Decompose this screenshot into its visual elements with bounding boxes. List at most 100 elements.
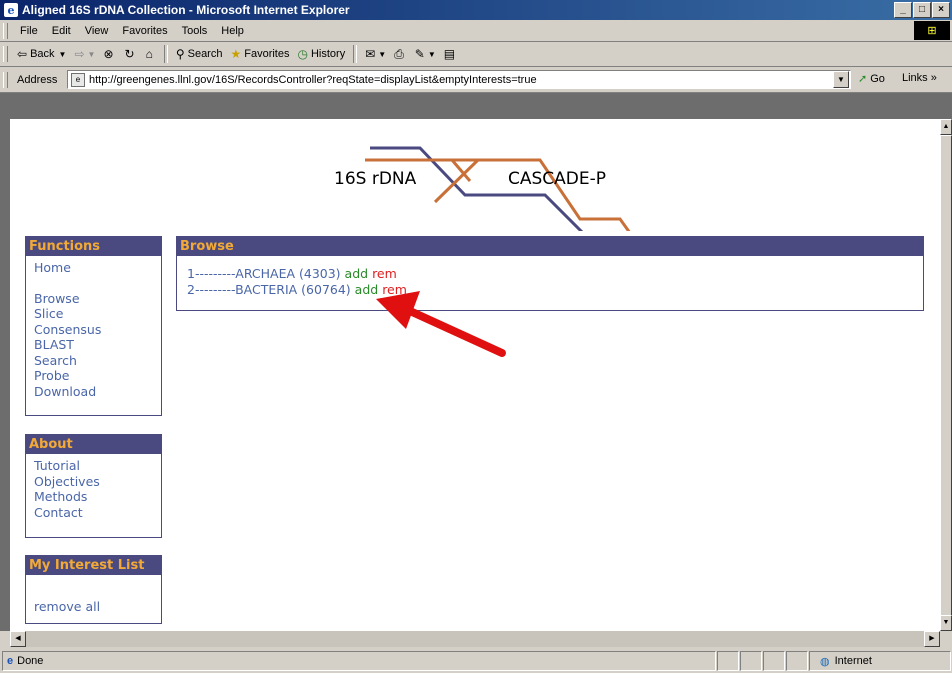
nav-tutorial[interactable]: Tutorial: [34, 458, 153, 474]
mail-button[interactable]: ✉ ▼: [361, 47, 390, 61]
links-button[interactable]: Links »: [902, 72, 937, 84]
frame-left: [0, 119, 10, 631]
archaea-add-link[interactable]: add: [345, 266, 369, 281]
refresh-icon: ↻: [124, 47, 135, 61]
menu-file[interactable]: File: [13, 25, 45, 37]
nav-search[interactable]: Search: [34, 353, 153, 369]
favorites-button[interactable]: ★ Favorites: [226, 47, 293, 61]
history-button[interactable]: ◷ History: [293, 47, 349, 61]
back-dropdown-icon[interactable]: ▼: [59, 50, 67, 59]
search-icon: ⚲: [175, 47, 185, 61]
nav-slice[interactable]: Slice: [34, 306, 153, 322]
back-button[interactable]: ⇦ Back ▼: [13, 47, 70, 61]
nav-consensus[interactable]: Consensus: [34, 322, 153, 338]
forward-dropdown-icon[interactable]: ▼: [88, 50, 96, 59]
window-title: Aligned 16S rDNA Collection - Microsoft …: [22, 3, 350, 17]
status-main: e Done: [2, 651, 716, 671]
address-url[interactable]: http://greengenes.llnl.gov/16S/RecordsCo…: [89, 74, 537, 86]
bacteria-link[interactable]: 2---------BACTERIA (60764): [187, 282, 351, 297]
scroll-left-icon[interactable]: ◀: [10, 631, 26, 647]
address-label: Address: [17, 73, 58, 86]
globe-icon: ◍: [820, 655, 830, 668]
status-progress: [717, 651, 739, 671]
address-grip[interactable]: [3, 71, 8, 88]
scroll-down-icon[interactable]: ▼: [940, 615, 952, 631]
bacteria-add-link[interactable]: add: [355, 282, 379, 297]
back-arrow-icon: ⇦: [17, 47, 28, 61]
horizontal-scrollbar[interactable]: ◀ ▶: [10, 631, 940, 647]
go-button[interactable]: ➚ Go: [858, 72, 885, 86]
toolbar-separator: [163, 45, 168, 63]
print-icon: ⎙: [394, 46, 404, 61]
stop-button[interactable]: ⊗: [99, 47, 120, 61]
browse-row: 2---------BACTERIA (60764) add rem: [187, 282, 913, 298]
menu-grip[interactable]: [3, 22, 8, 39]
scroll-up-icon[interactable]: ▲: [940, 119, 952, 135]
back-label: Back: [30, 48, 55, 60]
discuss-button[interactable]: ▤: [440, 47, 462, 61]
toolbar-separator: [353, 45, 358, 63]
nav-download[interactable]: Download: [34, 384, 153, 400]
menu-bar: File Edit View Favorites Tools Help ⊞: [0, 20, 952, 42]
home-button[interactable]: ⌂: [142, 47, 160, 61]
vertical-scrollbar[interactable]: ▲ ▼: [940, 119, 952, 631]
page-icon: e: [71, 72, 85, 87]
minimize-button[interactable]: _: [894, 2, 912, 18]
refresh-button[interactable]: ↻: [121, 47, 142, 61]
address-dropdown-icon[interactable]: ▼: [833, 71, 849, 88]
address-input[interactable]: e http://greengenes.llnl.gov/16S/Records…: [67, 70, 851, 89]
menu-edit[interactable]: Edit: [45, 25, 78, 37]
logo-16s-text: 16S rDNA: [334, 169, 417, 189]
window-title-bar: e Aligned 16S rDNA Collection - Microsof…: [0, 0, 952, 20]
forward-button[interactable]: ⇨ ▼: [70, 47, 99, 61]
status-text: Done: [17, 655, 44, 667]
interest-list-panel: My Interest List remove all: [25, 555, 162, 624]
go-label: Go: [870, 72, 885, 85]
nav-browse[interactable]: Browse: [34, 291, 153, 307]
status-slot: [786, 651, 808, 671]
site-logo: 16S rDNA CASCADE-P: [300, 141, 660, 242]
windows-logo-icon: ⊞: [914, 21, 950, 40]
nav-blast[interactable]: BLAST: [34, 337, 153, 353]
standard-toolbar: ⇦ Back ▼ ⇨ ▼ ⊗ ↻ ⌂ ⚲ Search ★ Favorites …: [0, 42, 952, 67]
nav-probe[interactable]: Probe: [34, 368, 153, 384]
forward-arrow-icon: ⇨: [74, 47, 85, 61]
links-label: Links: [902, 72, 928, 84]
edit-button[interactable]: ✎ ▼: [411, 47, 440, 61]
remove-all-link[interactable]: remove all: [34, 599, 153, 615]
favorites-label: Favorites: [244, 48, 290, 60]
red-arrow-annotation: [376, 291, 506, 357]
menu-favorites[interactable]: Favorites: [115, 25, 174, 37]
edit-dropdown-icon[interactable]: ▼: [428, 50, 436, 59]
search-label: Search: [187, 48, 223, 60]
mail-dropdown-icon[interactable]: ▼: [378, 50, 386, 59]
discuss-icon: ▤: [443, 47, 456, 61]
frame-top: [0, 93, 952, 119]
maximize-button[interactable]: □: [913, 2, 931, 18]
browse-panel: Browse 1---------ARCHAEA (4303) add rem …: [176, 236, 924, 311]
functions-panel: Functions Home Browse Slice Consensus BL…: [25, 236, 162, 416]
logo-cascade-text: CASCADE-P: [508, 169, 607, 189]
address-bar: Address e http://greengenes.llnl.gov/16S…: [0, 67, 952, 93]
go-arrow-icon: ➚: [858, 73, 868, 85]
scroll-right-icon[interactable]: ▶: [924, 631, 940, 647]
archaea-rem-link[interactable]: rem: [372, 266, 397, 281]
print-button[interactable]: ⎙: [390, 47, 411, 62]
ie-page-icon: e: [7, 655, 14, 667]
nav-methods[interactable]: Methods: [34, 489, 153, 505]
close-button[interactable]: ×: [932, 2, 950, 18]
zone-text: Internet: [834, 655, 872, 667]
toolbar-grip[interactable]: [3, 46, 8, 62]
menu-tools[interactable]: Tools: [175, 25, 215, 37]
nav-home[interactable]: Home: [34, 260, 153, 276]
search-button[interactable]: ⚲ Search: [172, 47, 227, 61]
menu-help[interactable]: Help: [214, 25, 251, 37]
history-label: History: [310, 48, 346, 60]
status-zone: ◍ Internet: [809, 651, 951, 671]
menu-view[interactable]: View: [78, 25, 116, 37]
nav-contact[interactable]: Contact: [34, 505, 153, 521]
status-lock: [740, 651, 762, 671]
scrollbar-thumb[interactable]: [940, 135, 952, 617]
archaea-link[interactable]: 1---------ARCHAEA (4303): [187, 266, 341, 281]
nav-objectives[interactable]: Objectives: [34, 474, 153, 490]
